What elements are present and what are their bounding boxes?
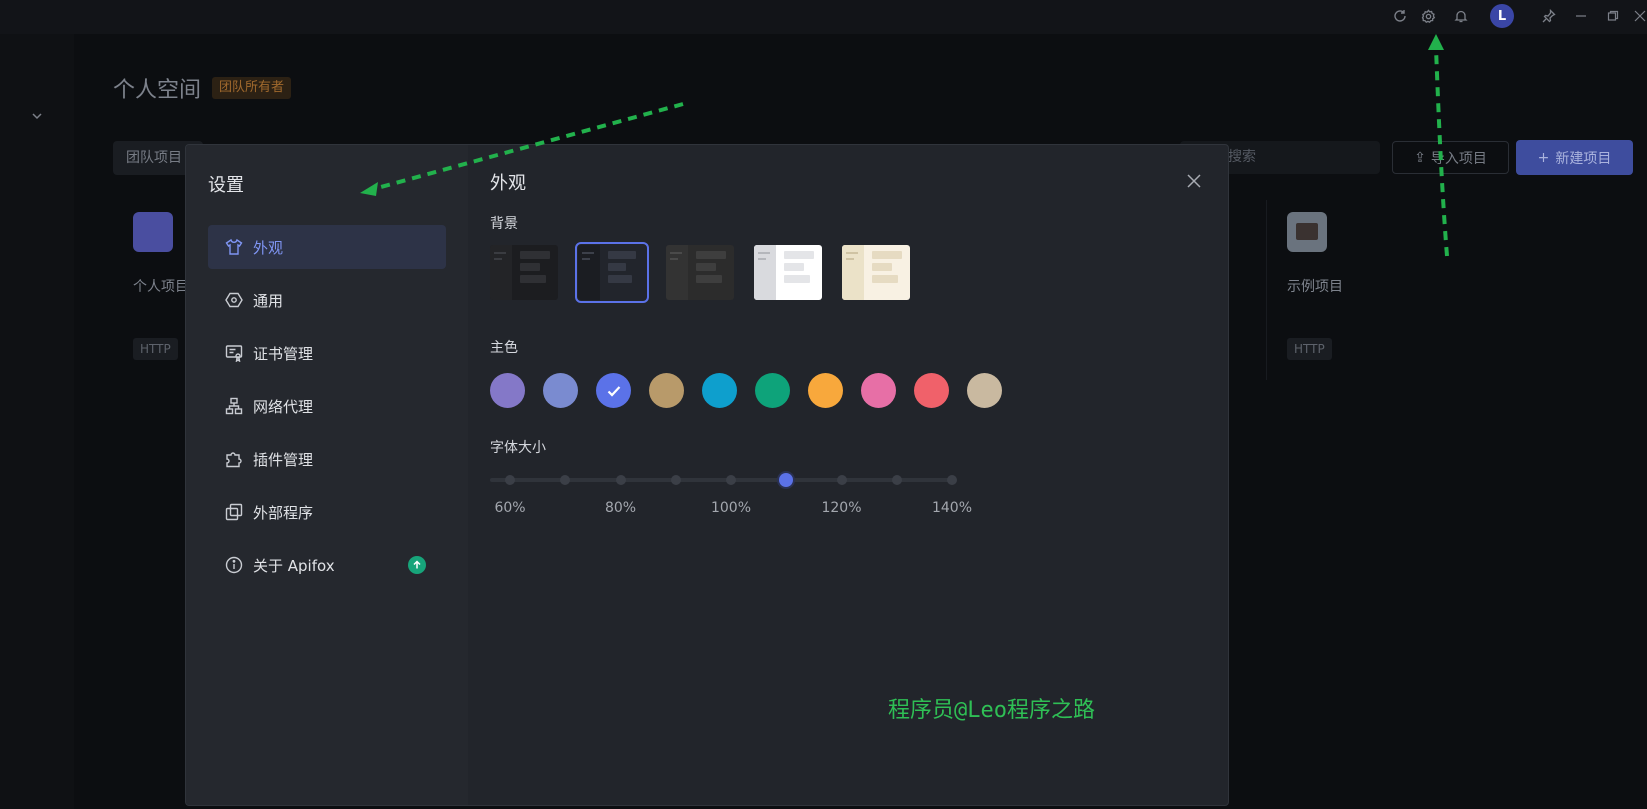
background-theme-list	[490, 242, 910, 303]
role-badge: 团队所有者	[212, 77, 292, 99]
slider-tick-label: 80%	[604, 500, 637, 516]
slider-stop[interactable]	[891, 475, 902, 485]
theme-option-dark-blue[interactable]	[575, 242, 649, 303]
check-icon	[607, 385, 620, 397]
dialog-title: 设置	[208, 175, 244, 196]
color-swatch[interactable]	[914, 373, 949, 408]
settings-menu: 外观 通用 证书管理 网络代理 插件管理 外部程序 关于 Apifox	[208, 225, 446, 596]
font-size-label: 字体大小	[490, 440, 546, 456]
menu-item-external-programs[interactable]: 外部程序	[208, 490, 446, 534]
certificate-icon	[224, 343, 244, 363]
project-type-tag: HTTP	[1287, 338, 1332, 360]
close-window-icon[interactable]	[1631, 7, 1647, 25]
menu-label: 外观	[253, 238, 284, 257]
project-type-tag: HTTP	[133, 338, 178, 360]
new-project-button[interactable]: + 新建项目	[1516, 140, 1633, 175]
slider-stop[interactable]	[560, 475, 571, 485]
new-label: 新建项目	[1555, 150, 1612, 167]
minimize-icon[interactable]	[1572, 7, 1590, 25]
menu-label: 关于 Apifox	[253, 556, 335, 575]
slider-handle[interactable]	[779, 473, 794, 487]
menu-label: 插件管理	[253, 450, 314, 469]
menu-item-certificates[interactable]: 证书管理	[208, 331, 446, 375]
color-swatch[interactable]	[543, 373, 578, 408]
network-icon	[224, 396, 244, 416]
menu-label: 通用	[253, 291, 284, 310]
left-rail	[0, 34, 74, 809]
watermark-text: 程序员@Leo程序之路	[888, 698, 1095, 723]
pin-icon[interactable]	[1540, 7, 1558, 25]
color-swatch[interactable]	[649, 373, 684, 408]
menu-item-plugins[interactable]: 插件管理	[208, 437, 446, 481]
menu-label: 外部程序	[253, 503, 314, 522]
settings-gear-icon[interactable]	[1419, 7, 1437, 25]
page-title: 个人空间	[113, 78, 202, 103]
color-swatch[interactable]	[861, 373, 896, 408]
project-name: 个人项目	[133, 279, 189, 295]
import-icon: ⇪	[1414, 149, 1426, 166]
menu-label: 网络代理	[253, 397, 314, 416]
appearance-panel: 外观 背景 主色 字体大小 60% 80% 100% 120% 140%	[468, 145, 1228, 805]
color-swatch[interactable]	[490, 373, 525, 408]
plus-icon: +	[1537, 149, 1550, 166]
menu-item-general[interactable]: 通用	[208, 278, 446, 322]
briefcase-icon	[1287, 212, 1327, 252]
shirt-icon	[224, 237, 244, 257]
menu-item-appearance[interactable]: 外观	[208, 225, 446, 269]
close-icon[interactable]	[1184, 171, 1204, 191]
primary-color-list	[490, 373, 1002, 408]
user-avatar[interactable]: L	[1490, 4, 1514, 28]
slider-stop[interactable]	[726, 475, 736, 485]
project-card[interactable]: 示例项目 HTTP	[1266, 200, 1467, 380]
section-title: 外观	[490, 173, 526, 194]
menu-label: 证书管理	[253, 344, 314, 363]
refresh-icon[interactable]	[1391, 7, 1409, 25]
slider-tick-label: 60%	[494, 500, 526, 516]
import-project-button[interactable]: ⇪ 导入项目	[1392, 141, 1509, 174]
settings-sidebar: 设置 外观 通用 证书管理 网络代理 插件管理 外部程序 关于 Apifox	[186, 145, 468, 805]
import-label: 导入项目	[1430, 150, 1487, 167]
update-icon[interactable]	[408, 556, 426, 574]
color-swatch[interactable]	[967, 373, 1002, 408]
info-icon	[224, 555, 244, 575]
font-size-slider[interactable]: 60% 80% 100% 120% 140%	[490, 470, 972, 520]
slider-tick-label: 140%	[931, 500, 973, 516]
theme-option-dark-gray[interactable]	[666, 245, 734, 300]
project-name: 示例项目	[1287, 279, 1343, 295]
restore-icon[interactable]	[1604, 7, 1622, 25]
slider-tick-label: 120%	[821, 500, 862, 516]
slider-stop[interactable]	[836, 475, 847, 485]
color-swatch[interactable]	[755, 373, 790, 408]
theme-option-dark[interactable]	[490, 245, 558, 300]
chevron-down-icon[interactable]	[30, 108, 44, 127]
hexagon-icon	[224, 290, 244, 310]
bell-icon[interactable]	[1452, 7, 1470, 25]
menu-item-proxy[interactable]: 网络代理	[208, 384, 446, 428]
slider-stop[interactable]	[670, 475, 681, 485]
slider-stop[interactable]	[505, 475, 515, 485]
primary-color-label: 主色	[490, 340, 518, 356]
project-card[interactable]: 个人项目 HTTP	[113, 200, 189, 380]
menu-item-about[interactable]: 关于 Apifox	[208, 543, 446, 587]
slider-stop[interactable]	[615, 475, 626, 485]
theme-option-warm[interactable]	[842, 245, 910, 300]
color-swatch[interactable]	[596, 373, 631, 408]
title-bar: L	[0, 0, 1647, 34]
puzzle-icon	[224, 449, 244, 469]
color-swatch[interactable]	[702, 373, 737, 408]
project-avatar	[133, 212, 173, 252]
theme-option-light[interactable]	[754, 245, 822, 300]
slider-tick-label: 100%	[710, 500, 752, 516]
slider-stop[interactable]	[947, 475, 957, 485]
color-swatch[interactable]	[808, 373, 843, 408]
background-label: 背景	[490, 216, 518, 232]
external-icon	[224, 502, 244, 522]
